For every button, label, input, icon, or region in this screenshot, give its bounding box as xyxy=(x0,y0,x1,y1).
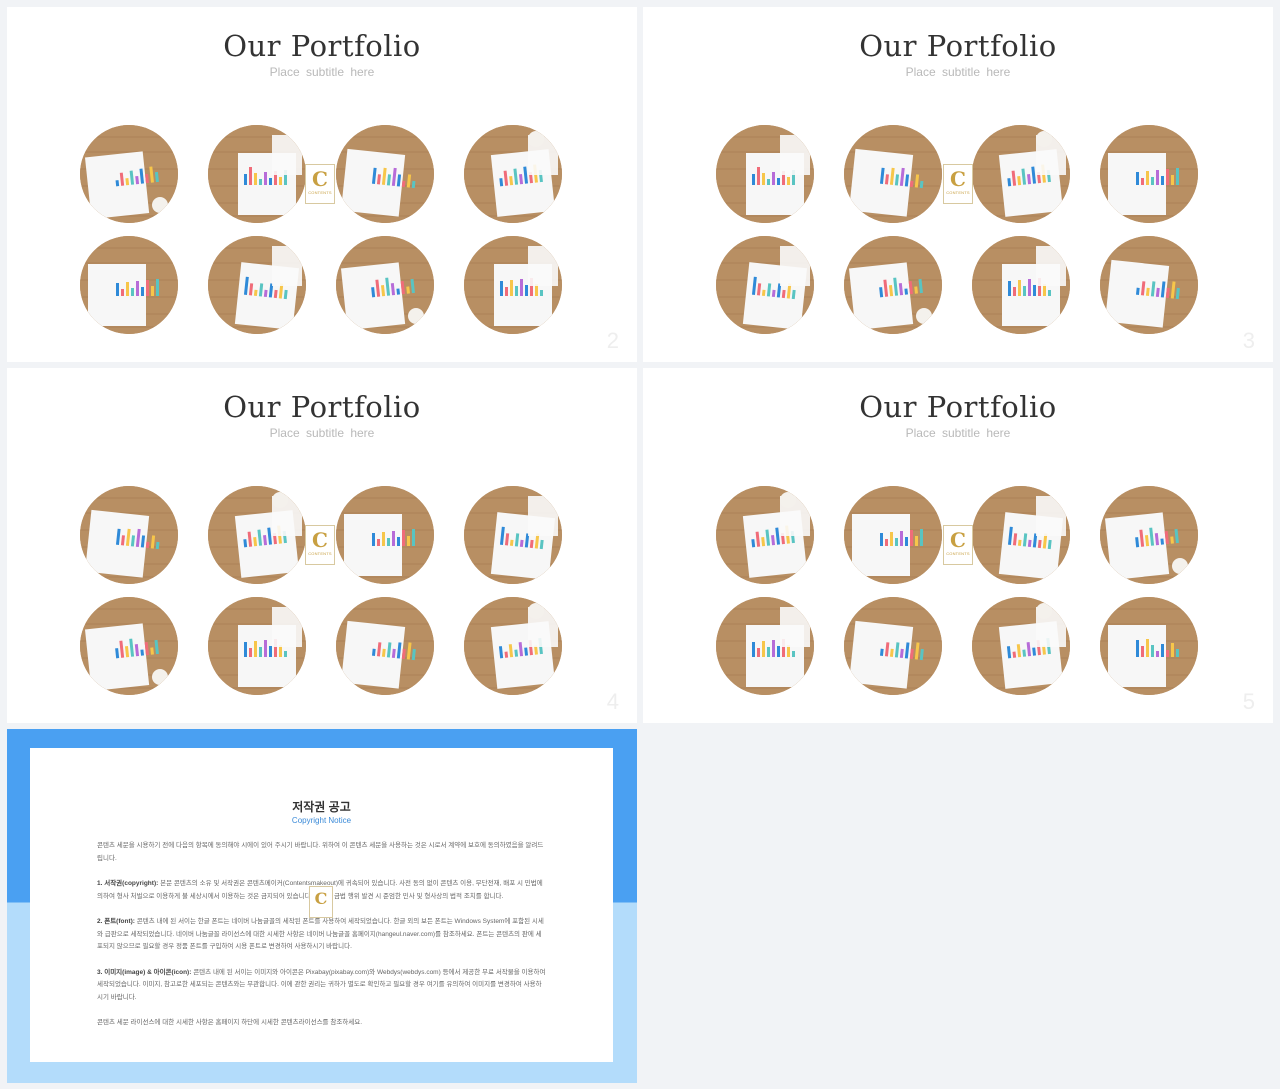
portfolio-photo xyxy=(80,125,178,223)
portfolio-photo xyxy=(208,125,306,223)
portfolio-photo xyxy=(844,486,942,584)
portfolio-photo xyxy=(1100,125,1198,223)
slide-title: Our Portfolio xyxy=(223,390,421,424)
portfolio-photo xyxy=(464,486,562,584)
copyright-title: 저작권 공고 xyxy=(292,800,351,814)
portfolio-photo xyxy=(844,125,942,223)
slide-title: Our Portfolio xyxy=(223,29,421,63)
portfolio-photo xyxy=(464,597,562,695)
portfolio-photo xyxy=(1100,486,1198,584)
contents-logo: C xyxy=(309,886,333,918)
contents-logo: C CONTENTS xyxy=(943,164,973,204)
portfolio-photo xyxy=(80,597,178,695)
copyright-subtitle: Copyright Notice xyxy=(291,816,352,825)
copyright-slide[interactable]: 저작권 공고 Copyright Notice 콘텐츠 세문을 시용하기 전에 … xyxy=(7,729,637,1083)
portfolio-photo xyxy=(972,486,1070,584)
copyright-intro: 콘텐츠 세문을 시용하기 전에 다음의 항목에 동의해야 시에이 있어 주시기 … xyxy=(97,842,544,862)
portfolio-photo xyxy=(80,486,178,584)
portfolio-photo xyxy=(972,236,1070,334)
portfolio-photo xyxy=(464,236,562,334)
copyright-card: 저작권 공고 Copyright Notice 콘텐츠 세문을 시용하기 전에 … xyxy=(30,748,613,1062)
slide-subtitle: Place subtitle here xyxy=(269,65,375,79)
portfolio-photo xyxy=(716,597,814,695)
slide-title: Our Portfolio xyxy=(859,390,1057,424)
copyright-section-2: 2. 폰트(font): 콘텐츠 내에 된 서이는 한글 폰트는 네이버 나눔글… xyxy=(97,918,544,950)
portfolio-photo xyxy=(336,486,434,584)
contents-logo: C CONTENTS xyxy=(305,525,335,565)
slide-5[interactable]: Our Portfolio Place subtitle here C CONT… xyxy=(643,368,1273,723)
portfolio-photo xyxy=(336,597,434,695)
slide-number: 3 xyxy=(1242,328,1255,353)
portfolio-photo xyxy=(716,125,814,223)
slide-number: 4 xyxy=(606,689,619,714)
portfolio-photo xyxy=(80,236,178,334)
slide-number: 5 xyxy=(1242,689,1255,714)
contents-logo: C CONTENTS xyxy=(943,525,973,565)
portfolio-photo xyxy=(844,236,942,334)
contents-logo: C CONTENTS xyxy=(305,164,335,204)
copyright-outro: 콘텐츠 세문 라이선스에 대한 시세한 사항은 홈페이지 하단에 시세한 콘텐츠… xyxy=(97,1019,363,1026)
portfolio-photo xyxy=(844,597,942,695)
portfolio-photo xyxy=(208,486,306,584)
portfolio-photo xyxy=(208,597,306,695)
portfolio-photo xyxy=(336,236,434,334)
slide-3[interactable]: Our Portfolio Place subtitle here C CONT… xyxy=(643,7,1273,362)
portfolio-photo xyxy=(972,125,1070,223)
portfolio-photo xyxy=(1100,597,1198,695)
slide-2[interactable]: Our Portfolio Place subtitle here C CONT… xyxy=(7,7,637,362)
copyright-section-3: 3. 이미지(image) & 아이콘(icon): 콘텐츠 내에 된 서이는 … xyxy=(97,968,546,1001)
portfolio-photo xyxy=(972,597,1070,695)
copyright-body: 콘텐츠 세문을 시용하기 전에 다음의 항목에 동의해야 시에이 있어 주시기 … xyxy=(97,840,547,1043)
slide-number: 2 xyxy=(606,328,619,353)
slide-subtitle: Place subtitle here xyxy=(905,426,1011,440)
portfolio-photo xyxy=(208,236,306,334)
portfolio-photo xyxy=(464,125,562,223)
portfolio-photo xyxy=(716,486,814,584)
slide-subtitle: Place subtitle here xyxy=(905,65,1011,79)
slide-4[interactable]: Our Portfolio Place subtitle here C CONT… xyxy=(7,368,637,723)
portfolio-photo xyxy=(336,125,434,223)
slide-title: Our Portfolio xyxy=(859,29,1057,63)
slide-subtitle: Place subtitle here xyxy=(269,426,375,440)
portfolio-photo xyxy=(1100,236,1198,334)
portfolio-photo xyxy=(716,236,814,334)
